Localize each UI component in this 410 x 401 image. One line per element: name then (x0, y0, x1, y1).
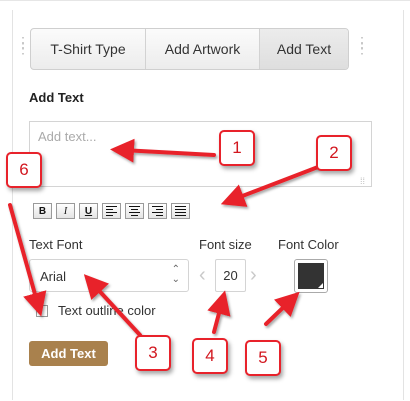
callout-5: 5 (245, 340, 281, 376)
callout-2: 2 (316, 135, 352, 171)
callout-1: 1 (219, 130, 255, 166)
arrow-3 (83, 274, 142, 337)
callout-3: 3 (135, 335, 171, 371)
arrow-1 (110, 138, 216, 163)
callout-6: 6 (6, 152, 42, 188)
arrow-6 (8, 203, 47, 317)
arrow-4 (207, 290, 231, 334)
arrow-2 (220, 165, 320, 207)
callout-4: 4 (192, 338, 228, 374)
arrow-5 (264, 291, 300, 326)
